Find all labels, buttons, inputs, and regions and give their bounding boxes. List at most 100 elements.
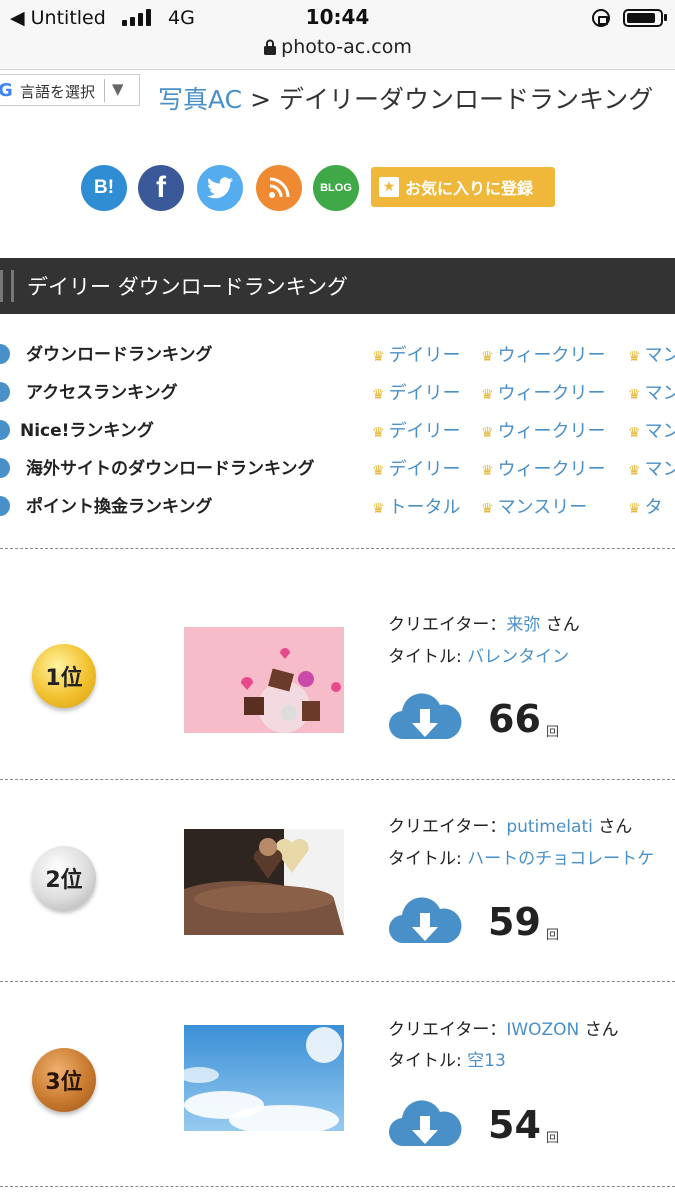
hatena-bookmark-button[interactable]: B! <box>81 165 127 211</box>
ranking-nav-name[interactable]: アクセスランキング <box>26 378 178 403</box>
crown-icon: ♛ <box>481 349 494 365</box>
creator-link[interactable]: putimelati <box>506 817 593 837</box>
divider <box>104 79 105 102</box>
add-favorite-button[interactable]: ★ お気に入りに登録 <box>371 167 555 207</box>
ranking-nav-name[interactable]: ダウンロードランキング <box>26 340 213 365</box>
battery-icon <box>623 9 663 27</box>
address-bar[interactable]: photo-ac.com <box>0 36 675 58</box>
cloud-download-icon <box>388 693 462 740</box>
twitter-button[interactable] <box>197 165 243 211</box>
breadcrumb: 写真AC > デイリーダウンロードランキング <box>158 80 653 116</box>
chevron-down-icon: ▼ <box>112 80 124 98</box>
thumbs-up-icon <box>0 420 10 440</box>
creator-line: クリエイター：IWOZON さん <box>388 1020 619 1040</box>
download-count: 66 <box>488 697 541 741</box>
download-icon <box>0 344 10 364</box>
facebook-button[interactable]: f <box>138 165 184 211</box>
cloud-download-icon <box>388 1100 462 1147</box>
star-icon: ★ <box>379 177 399 197</box>
ranking-link[interactable]: ♛ マンスリー <box>481 493 587 519</box>
ranking-link[interactable]: ♛ デイリー <box>372 417 461 443</box>
clock: 10:44 <box>305 5 370 29</box>
ranking-link[interactable]: ♛ ウィークリー <box>481 417 606 443</box>
crown-icon: ♛ <box>481 463 494 479</box>
crown-icon: ♛ <box>481 425 494 441</box>
ranking-nav-name[interactable]: Nice!ランキング <box>20 416 154 441</box>
rotation-lock-icon <box>592 9 610 27</box>
ranking-link[interactable]: ♛ ウィークリー <box>481 379 606 405</box>
language-select[interactable]: G 言語を選択 ▼ <box>0 74 140 106</box>
ranking-nav-row: アクセスランキング ♛ デイリー ♛ ウィークリー ♛ マン <box>0 374 675 412</box>
download-count: 54 <box>488 1103 541 1147</box>
title-link[interactable]: 空13 <box>467 1051 506 1071</box>
crown-icon: ♛ <box>628 463 641 479</box>
creator-line: クリエイター：putimelati さん <box>388 817 633 837</box>
creator-link[interactable]: 来弥 <box>506 615 540 635</box>
crown-icon: ♛ <box>372 501 385 517</box>
divider <box>0 779 675 780</box>
rss-icon <box>269 177 290 198</box>
blog-label: BLOG <box>320 182 352 194</box>
title-line: タイトル: バレンタイン <box>388 647 570 667</box>
ranking-link[interactable]: ♛ マン <box>628 379 675 405</box>
add-favorite-label: お気に入りに登録 <box>405 179 534 198</box>
thumbnail-image[interactable] <box>184 1025 344 1131</box>
thumbnail-image[interactable] <box>184 829 344 935</box>
count-unit: 回 <box>546 1131 560 1146</box>
divider <box>0 981 675 982</box>
ranking-link[interactable]: ♛ タ <box>628 493 663 519</box>
title-line: タイトル: 空13 <box>388 1051 506 1071</box>
ranking-link[interactable]: ♛ マン <box>628 455 675 481</box>
crown-icon: ♛ <box>372 387 385 403</box>
download-count: 59 <box>488 900 541 944</box>
crown-icon: ♛ <box>372 425 385 441</box>
ranking-nav-name[interactable]: 海外サイトのダウンロードランキング <box>26 454 315 479</box>
ranking-link[interactable]: ♛ マン <box>628 341 675 367</box>
title-line: タイトル: ハートのチョコレートケ <box>388 849 655 869</box>
crown-icon: ♛ <box>481 501 494 517</box>
ranking-nav-row: Nice!ランキング ♛ デイリー ♛ ウィークリー ♛ マン <box>0 412 675 450</box>
google-icon: G <box>0 80 13 101</box>
breadcrumb-home-link[interactable]: 写真AC <box>158 85 242 114</box>
section-title: デイリー ダウンロードランキング <box>0 258 675 314</box>
ranking-link[interactable]: ♛ ウィークリー <box>481 341 606 367</box>
crown-icon: ♛ <box>481 387 494 403</box>
ranking-link[interactable]: ♛ ウィークリー <box>481 455 606 481</box>
creator-link[interactable]: IWOZON <box>506 1020 579 1040</box>
download-icon <box>0 458 10 478</box>
cloud-download-icon <box>388 897 462 944</box>
count-unit: 回 <box>546 928 560 943</box>
blog-button[interactable]: BLOG <box>313 165 359 211</box>
ranking-link[interactable]: ♛ トータル <box>372 493 461 519</box>
thumbnail-image[interactable] <box>184 627 344 733</box>
ranking-link[interactable]: ♛ デイリー <box>372 379 461 405</box>
twitter-icon <box>207 177 233 199</box>
ranking-link[interactable]: ♛ マン <box>628 417 675 443</box>
ranking-link[interactable]: ♛ デイリー <box>372 341 461 367</box>
divider <box>0 548 675 549</box>
title-link[interactable]: バレンタイン <box>467 647 569 667</box>
coin-icon <box>0 496 10 516</box>
language-select-label: 言語を選択 <box>20 83 96 101</box>
url-text: photo-ac.com <box>281 36 412 58</box>
divider <box>0 1186 675 1187</box>
eye-icon <box>0 382 10 402</box>
ranking-link[interactable]: ♛ デイリー <box>372 455 461 481</box>
ranking-nav-row: ダウンロードランキング ♛ デイリー ♛ ウィークリー ♛ マン <box>0 336 675 374</box>
breadcrumb-separator: > <box>250 85 272 114</box>
title-link[interactable]: ハートのチョコレートケ <box>467 849 654 869</box>
count-unit: 回 <box>546 725 560 740</box>
status-bar: ◀ Untitled 4G 10:44 photo-ac.com <box>0 0 675 70</box>
rank-medal: 1位 <box>32 644 96 708</box>
crown-icon: ♛ <box>372 463 385 479</box>
ranking-nav-row: 海外サイトのダウンロードランキング ♛ デイリー ♛ ウィークリー ♛ マン <box>0 450 675 488</box>
breadcrumb-current: デイリーダウンロードランキング <box>278 85 654 114</box>
crown-icon: ♛ <box>628 349 641 365</box>
ranking-nav-name[interactable]: ポイント換金ランキング <box>26 492 213 517</box>
ranking-nav-row: ポイント換金ランキング ♛ トータル ♛ マンスリー ♛ タ <box>0 488 675 526</box>
facebook-icon: f <box>156 171 166 204</box>
lock-icon <box>264 39 277 55</box>
rss-button[interactable] <box>256 165 302 211</box>
crown-icon: ♛ <box>628 501 641 517</box>
creator-line: クリエイター：来弥 さん <box>388 615 580 635</box>
